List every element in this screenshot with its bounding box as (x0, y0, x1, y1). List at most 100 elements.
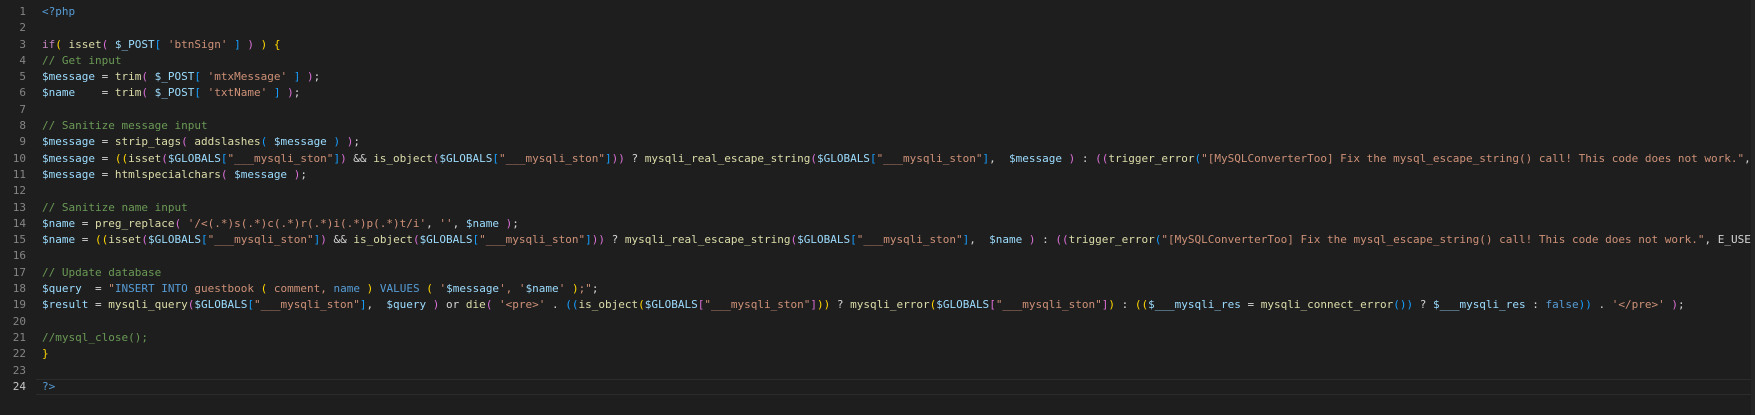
code-token: $GLOBALS (194, 298, 248, 312)
code-token: ( (141, 233, 148, 247)
code-token: $name (42, 216, 76, 230)
scrollbar-track[interactable] (1751, 0, 1755, 415)
code-token: (( (1095, 151, 1109, 165)
code-token: , (426, 216, 440, 230)
code-token: [ (989, 298, 996, 312)
code-token: && (326, 233, 354, 247)
code-line[interactable] (42, 183, 1755, 199)
code-token: "___mysqli_ston" (704, 298, 811, 312)
code-token: : (1525, 298, 1546, 312)
code-token: ' (558, 282, 572, 296)
code-line[interactable]: $result = mysqli_query($GLOBALS["___mysq… (42, 297, 1755, 313)
code-token: mysqli_query (108, 298, 188, 312)
code-token: $query (386, 298, 427, 312)
code-token: , (969, 233, 990, 247)
code-token: isset (61, 37, 102, 51)
line-number: 9 (19, 135, 26, 149)
code-token: )) (1578, 298, 1592, 312)
code-line[interactable] (42, 248, 1755, 264)
code-token: $_POST (154, 70, 195, 84)
code-token: ( (426, 282, 433, 296)
code-line[interactable]: <?php (42, 4, 1755, 20)
code-token: "___mysqli_ston" (227, 151, 334, 165)
code-token: isset (128, 151, 162, 165)
code-line[interactable]: $query = "INSERT INTO guestbook ( commen… (42, 281, 1755, 297)
code-token: = (88, 298, 109, 312)
code-editor[interactable]: 1 2 3 4 5 6 7 8 9 10 11 12 13 14 15 16 17 18 19 20 21 22 23 24 … (0, 0, 1755, 415)
code-token: $___mysqli_res (1432, 298, 1526, 312)
code-token: ) (287, 86, 294, 100)
code-token: $message (446, 282, 500, 296)
code-token: ; (293, 86, 301, 100)
code-token: '<pre>' (499, 298, 546, 312)
line-number: 4 (19, 53, 26, 67)
code-line[interactable]: $name = ((isset($GLOBALS["___mysqli_ston… (42, 232, 1755, 248)
code-line[interactable]: // Sanitize name input (42, 200, 1755, 216)
code-token: ( (638, 298, 645, 312)
code-token: : (1115, 298, 1135, 312)
code-line[interactable] (42, 314, 1755, 330)
code-token: ] (359, 298, 367, 312)
code-token: isset (108, 233, 142, 247)
code-token: $message (42, 151, 95, 165)
code-line[interactable]: // Sanitize message input (42, 118, 1755, 134)
code-token: } (42, 347, 49, 361)
code-line[interactable] (42, 102, 1755, 118)
line-number: 8 (19, 119, 26, 133)
code-line[interactable]: $message = strip_tags( addslashes( $mess… (42, 134, 1755, 150)
code-token: ) (247, 37, 254, 51)
code-line[interactable]: if( isset( $_POST[ 'btnSign' ] ) ) { (42, 37, 1755, 53)
code-line[interactable]: $name = trim( $_POST[ 'txtName' ] ); (42, 85, 1755, 101)
code-token: "___mysqli_ston" (995, 298, 1102, 312)
code-token: "___mysqli_ston" (479, 233, 586, 247)
code-token: guestbook (187, 282, 261, 296)
code-line[interactable] (42, 20, 1755, 36)
code-line[interactable]: $message = htmlspecialchars( $message ); (42, 167, 1755, 183)
code-token: = (94, 151, 115, 165)
code-token: (( (95, 233, 109, 247)
code-line[interactable]: //mysql_close(); (42, 330, 1755, 346)
code-token: ) (320, 233, 327, 247)
code-token: (( (565, 298, 579, 312)
code-token: [ (850, 233, 857, 247)
line-number: 17 (12, 265, 26, 279)
code-token: $_POST (154, 86, 195, 100)
code-token: )) (591, 233, 606, 247)
code-token: mysqli_real_escape_string (624, 233, 791, 247)
code-token: $message (42, 167, 95, 181)
line-number: 23 (12, 363, 26, 377)
code-token: // Sanitize message input (42, 119, 208, 133)
code-token: ; (591, 282, 599, 296)
code-line[interactable]: // Update database (42, 265, 1755, 281)
code-token: preg_replace (95, 216, 175, 230)
code-line[interactable] (42, 363, 1755, 379)
code-line[interactable]: $name = preg_replace( '/<(.*)s(.*)c(.*)r… (42, 216, 1755, 232)
code-token: ', ' (499, 282, 526, 296)
code-token: //mysql_close(); (42, 330, 148, 344)
code-line[interactable]: $message = ((isset($GLOBALS["___mysqli_s… (42, 151, 1755, 167)
code-token: 'txtName' (207, 86, 268, 100)
code-token: $message (42, 135, 95, 149)
code-token: && (346, 151, 374, 165)
code-line[interactable]: // Get input (42, 53, 1755, 69)
code-area[interactable]: <?php if( isset( $_POST[ 'btnSign' ] ) )… (42, 4, 1755, 395)
code-line[interactable]: ?> (42, 379, 1755, 395)
code-token: name (333, 282, 360, 296)
code-token: 'btnSign' (167, 37, 228, 51)
line-number: 19 (12, 298, 26, 312)
code-line[interactable]: } (42, 346, 1755, 362)
code-token: $GLOBALS (439, 151, 493, 165)
code-token: $___mysqli_res (1148, 298, 1241, 312)
code-line[interactable]: $message = trim( $_POST[ 'mtxMessage' ] … (42, 69, 1755, 85)
code-token: $GLOBALS (797, 233, 851, 247)
